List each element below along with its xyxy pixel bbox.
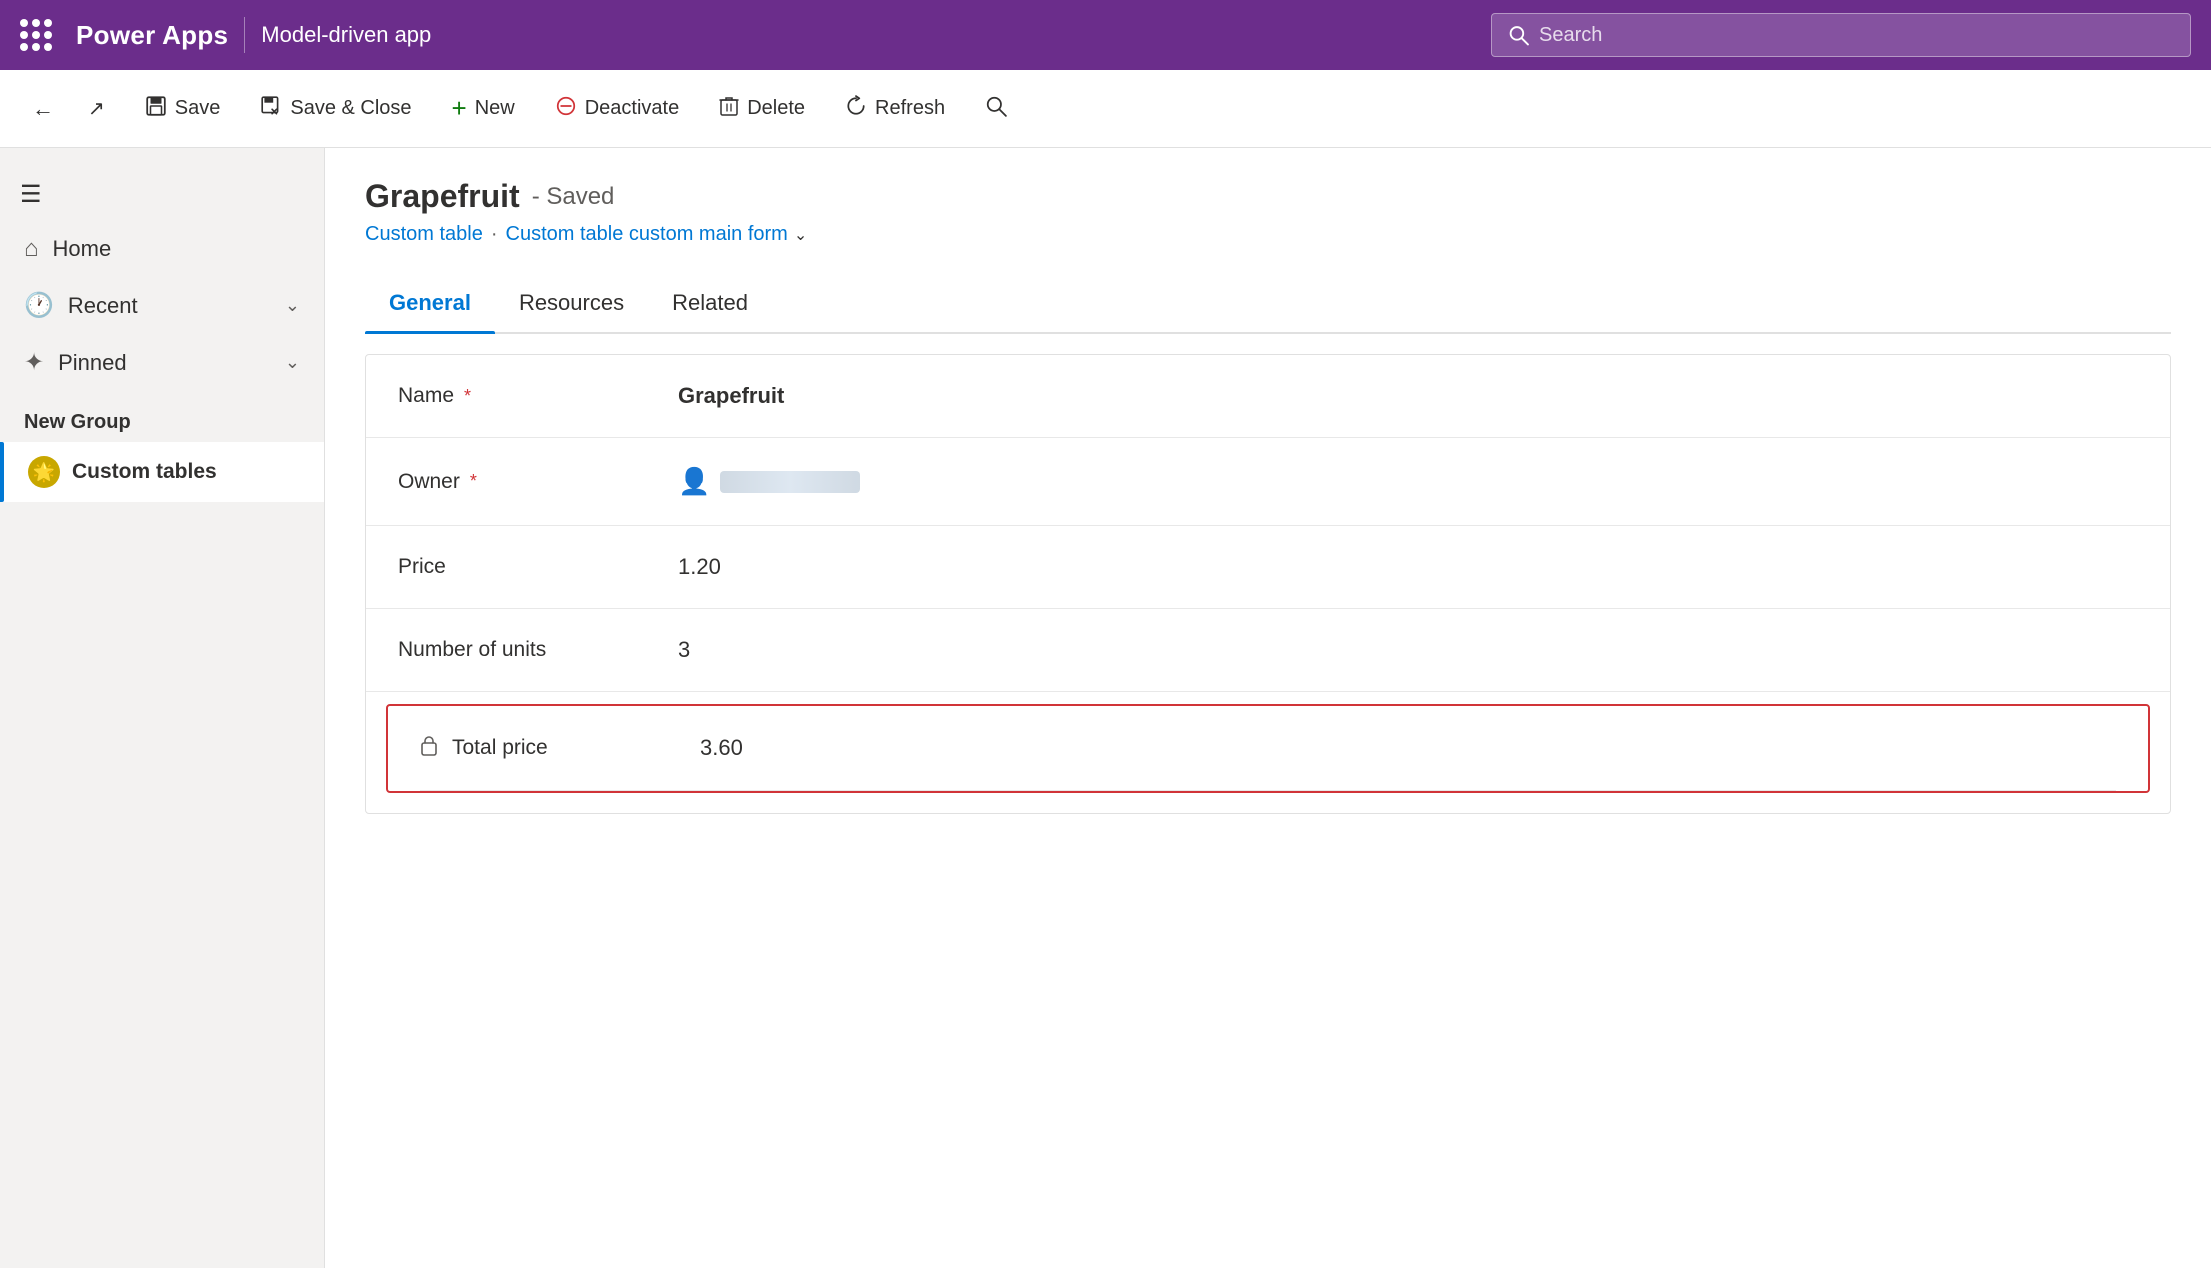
total-label: Total price bbox=[420, 734, 700, 762]
home-icon: ⌂ bbox=[24, 235, 39, 263]
sidebar-custom-tables-label: Custom tables bbox=[72, 460, 217, 484]
plus-icon: + bbox=[452, 93, 467, 124]
search-input[interactable] bbox=[1539, 24, 2174, 47]
breadcrumb-form-dropdown[interactable]: Custom table custom main form ⌄ bbox=[506, 223, 808, 246]
custom-tables-icon: 🌟 bbox=[28, 456, 60, 488]
sidebar-item-recent[interactable]: 🕐 Recent ⌄ bbox=[0, 277, 324, 334]
price-value[interactable]: 1.20 bbox=[678, 554, 721, 580]
name-label: Name * bbox=[398, 384, 678, 408]
sidebar-recent-label: Recent bbox=[68, 293, 138, 319]
back-button[interactable]: ← bbox=[20, 88, 66, 130]
form-row-price: Price 1.20 bbox=[366, 526, 2170, 609]
breadcrumb-table-link[interactable]: Custom table bbox=[365, 223, 483, 246]
app-subtitle: Model-driven app bbox=[261, 22, 431, 48]
save-close-icon bbox=[260, 95, 282, 123]
sidebar-item-custom-tables[interactable]: 🌟 Custom tables bbox=[0, 442, 324, 502]
sidebar-item-pinned[interactable]: ✦ Pinned ⌄ bbox=[0, 334, 324, 391]
tabs: General Resources Related bbox=[365, 274, 2171, 334]
total-price-wrapper: Total price 3.60 bbox=[366, 692, 2170, 813]
price-label-text: Price bbox=[398, 555, 446, 579]
recent-icon: 🕐 bbox=[24, 291, 54, 320]
refresh-button[interactable]: Refresh bbox=[827, 83, 963, 135]
form-section: Name * Grapefruit Owner * 👤 Pric bbox=[365, 354, 2171, 814]
delete-label: Delete bbox=[747, 97, 805, 120]
price-label: Price bbox=[398, 555, 678, 579]
total-value: 3.60 bbox=[700, 735, 743, 761]
search-icon bbox=[1508, 24, 1529, 46]
form-row-total: Total price 3.60 bbox=[388, 706, 2148, 790]
toolbar-search-button[interactable] bbox=[967, 83, 1025, 135]
name-label-text: Name bbox=[398, 384, 454, 408]
sidebar-pinned-label: Pinned bbox=[58, 350, 127, 376]
tab-related[interactable]: Related bbox=[648, 274, 772, 332]
hamburger-icon: ☰ bbox=[20, 180, 42, 209]
deactivate-button[interactable]: Deactivate bbox=[537, 83, 698, 135]
breadcrumb-separator: · bbox=[491, 223, 498, 246]
refresh-icon bbox=[845, 95, 867, 123]
save-close-label: Save & Close bbox=[290, 97, 411, 120]
new-label: New bbox=[475, 97, 515, 120]
sidebar-item-home[interactable]: ⌂ Home bbox=[0, 221, 324, 277]
owner-label-text: Owner bbox=[398, 470, 460, 494]
delete-icon bbox=[719, 95, 739, 123]
units-label: Number of units bbox=[398, 638, 678, 662]
units-value[interactable]: 3 bbox=[678, 637, 690, 663]
owner-required-star: * bbox=[470, 471, 477, 492]
external-link-button[interactable]: ↗ bbox=[70, 83, 123, 135]
pinned-icon: ✦ bbox=[24, 348, 44, 377]
save-icon bbox=[145, 95, 167, 123]
breadcrumb-form-label: Custom table custom main form bbox=[506, 223, 788, 246]
form-row-units: Number of units 3 bbox=[366, 609, 2170, 692]
owner-blurred-text bbox=[720, 471, 860, 493]
total-label-text: Total price bbox=[452, 736, 548, 760]
sidebar-home-label: Home bbox=[53, 236, 112, 262]
sidebar-menu-button[interactable]: ☰ bbox=[0, 168, 324, 221]
tab-resources[interactable]: Resources bbox=[495, 274, 648, 332]
name-required-star: * bbox=[464, 386, 471, 407]
new-group-label: New Group bbox=[0, 391, 324, 442]
owner-label: Owner * bbox=[398, 470, 678, 494]
main-layout: ☰ ⌂ Home 🕐 Recent ⌄ ✦ Pinned ⌄ New Group… bbox=[0, 148, 2211, 1268]
new-button[interactable]: + New bbox=[434, 83, 533, 135]
deactivate-label: Deactivate bbox=[585, 97, 680, 120]
app-title: Power Apps bbox=[76, 20, 228, 51]
record-name: Grapefruit bbox=[365, 178, 520, 215]
breadcrumb-chevron-icon: ⌄ bbox=[794, 225, 807, 245]
tab-general[interactable]: General bbox=[365, 274, 495, 332]
record-title-area: Grapefruit - Saved bbox=[365, 178, 2171, 215]
refresh-label: Refresh bbox=[875, 97, 945, 120]
save-button[interactable]: Save bbox=[127, 83, 239, 135]
name-value[interactable]: Grapefruit bbox=[678, 383, 784, 409]
waffle-icon[interactable] bbox=[20, 19, 52, 51]
delete-button[interactable]: Delete bbox=[701, 83, 823, 135]
sidebar: ☰ ⌂ Home 🕐 Recent ⌄ ✦ Pinned ⌄ New Group… bbox=[0, 148, 325, 1268]
save-label: Save bbox=[175, 97, 221, 120]
external-link-icon: ↗ bbox=[88, 96, 105, 121]
owner-value[interactable]: 👤 bbox=[678, 466, 860, 497]
save-close-button[interactable]: Save & Close bbox=[242, 83, 429, 135]
owner-person-icon: 👤 bbox=[678, 466, 710, 497]
lock-icon bbox=[420, 734, 438, 762]
pinned-chevron-icon: ⌄ bbox=[285, 352, 300, 373]
deactivate-icon bbox=[555, 95, 577, 123]
units-label-text: Number of units bbox=[398, 638, 546, 662]
toolbar-search-icon bbox=[985, 95, 1007, 123]
toolbar: ← ↗ Save Save & Close + New bbox=[0, 70, 2211, 148]
search-box[interactable] bbox=[1491, 13, 2191, 57]
record-breadcrumb: Custom table · Custom table custom main … bbox=[365, 223, 2171, 246]
record-saved-status: - Saved bbox=[532, 183, 615, 211]
form-row-owner: Owner * 👤 bbox=[366, 438, 2170, 526]
top-bar: Power Apps Model-driven app bbox=[0, 0, 2211, 70]
main-content: Grapefruit - Saved Custom table · Custom… bbox=[325, 148, 2211, 1268]
total-price-highlighted-box: Total price 3.60 bbox=[386, 704, 2150, 793]
topbar-divider bbox=[244, 17, 245, 53]
recent-chevron-icon: ⌄ bbox=[285, 295, 300, 316]
form-row-name: Name * Grapefruit bbox=[366, 355, 2170, 438]
